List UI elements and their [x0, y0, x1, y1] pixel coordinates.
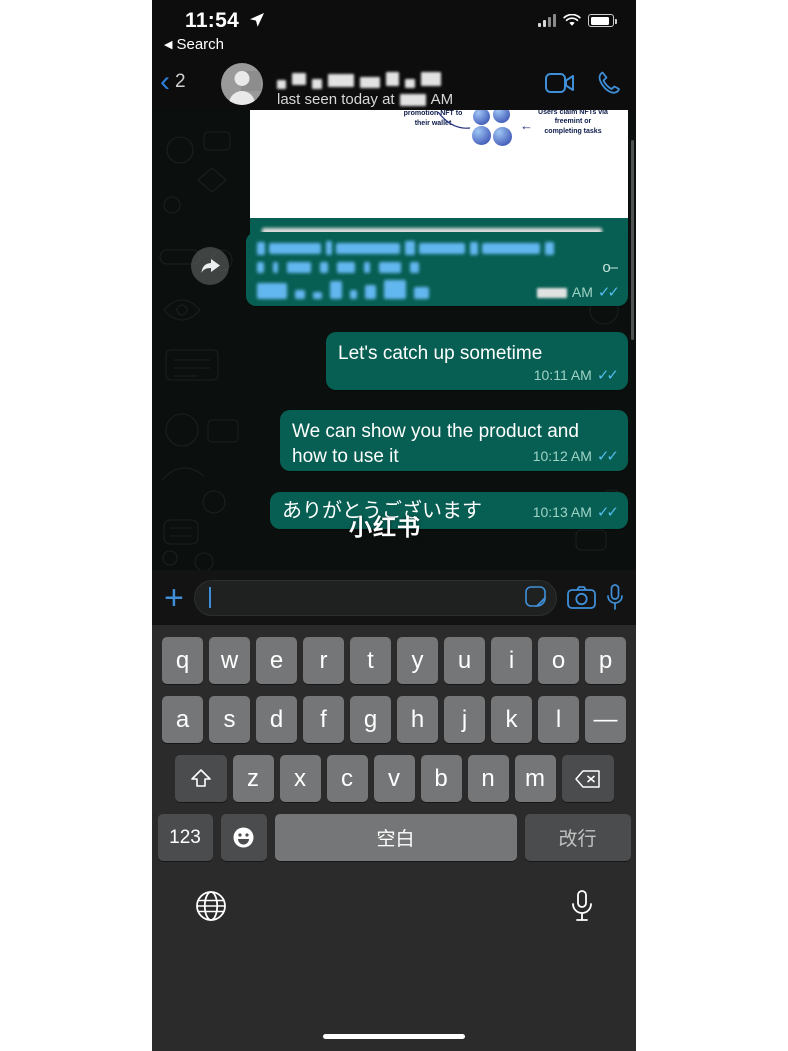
message-bubble[interactable]: We can show you the product and how to u…	[280, 410, 628, 471]
return-key[interactable]: 改行	[524, 814, 631, 861]
key-w[interactable]: w	[209, 637, 250, 684]
message-time: 10:11 AM	[533, 367, 592, 383]
backspace-icon[interactable]	[561, 755, 614, 802]
location-arrow-icon	[250, 13, 264, 27]
onscreen-keyboard[interactable]: qwertyuiop a s d f g h j k l — zxcvbnm 123 空白 改行	[152, 625, 636, 1051]
forward-arrow-icon[interactable]	[191, 247, 229, 285]
status-indicators	[538, 14, 617, 27]
phone-screen: 11:54 ◀ Search ‹ 2 last seen today at AM…	[152, 0, 636, 1051]
numbers-key[interactable]: 123	[157, 814, 213, 861]
sticker-icon[interactable]	[523, 585, 548, 610]
chat-message-list[interactable]: Terminal ← Make purchase with promotions…	[152, 110, 636, 570]
chevron-left-icon: ‹	[160, 65, 170, 98]
key-k[interactable]: k	[491, 696, 532, 743]
avatar-body	[229, 91, 255, 105]
key-l[interactable]: l	[538, 696, 579, 743]
emoji-face-icon[interactable]	[220, 814, 267, 861]
wifi-icon	[563, 14, 581, 26]
back-button[interactable]: ‹ 2	[160, 65, 186, 98]
key-z[interactable]: z	[232, 755, 274, 802]
back-triangle-icon: ◀	[164, 39, 173, 51]
key-q[interactable]: q	[162, 637, 203, 684]
battery-icon	[588, 14, 617, 27]
video-call-icon[interactable]	[545, 72, 575, 94]
status-time: 11:54	[185, 9, 240, 32]
key-o[interactable]: o	[538, 637, 579, 684]
status-bar: 11:54 ◀ Search	[152, 0, 636, 58]
read-receipt-icon: ✓✓	[597, 284, 620, 301]
keyboard-row-3: zxcvbnm	[152, 755, 636, 802]
back-app-label: Search	[176, 36, 224, 53]
key-s[interactable]: s	[209, 696, 250, 743]
unread-badge: 2	[175, 71, 186, 92]
contact-status: last seen today at AM	[277, 91, 453, 108]
avatar-head	[234, 71, 250, 86]
key-j[interactable]: j	[444, 696, 485, 743]
message-input-bar: +	[152, 570, 636, 625]
diagram-label-claim: Users claim NFTs via freemint or complet…	[538, 110, 608, 135]
key-e[interactable]: e	[256, 637, 297, 684]
message-text: Let's catch up sometime	[338, 343, 543, 364]
camera-icon[interactable]	[567, 585, 596, 610]
chat-scrollbar[interactable]	[631, 140, 634, 340]
key-r[interactable]: r	[303, 637, 344, 684]
keyboard-row-1: qwertyuiop	[152, 637, 636, 684]
keyboard-row-2: a s d f g h j k l —	[152, 696, 636, 743]
cellular-signal-icon	[538, 14, 556, 27]
message-bubble[interactable]: ありがとうございます 10:13 AM ✓✓	[270, 492, 628, 529]
key-a[interactable]: a	[162, 696, 203, 743]
read-receipt-icon: ✓✓	[596, 504, 619, 521]
key-—[interactable]: —	[585, 696, 626, 743]
key-g[interactable]: g	[350, 696, 391, 743]
key-m[interactable]: m	[514, 755, 556, 802]
key-t[interactable]: t	[350, 637, 391, 684]
key-u[interactable]: u	[444, 637, 485, 684]
message-time: 10:12 AM	[532, 448, 592, 464]
link-message-bubble[interactable]: o– AM ✓✓	[246, 232, 628, 306]
message-time: 10:13 AM	[532, 504, 592, 520]
link-line-1	[257, 241, 617, 255]
read-receipt-icon: ✓✓	[596, 367, 619, 384]
contact-name-redacted[interactable]	[277, 70, 441, 89]
link-line-3: AM ✓✓	[257, 280, 620, 301]
key-v[interactable]: v	[373, 755, 415, 802]
text-cursor	[208, 587, 211, 608]
link-line-2: o–	[257, 259, 618, 276]
key-b[interactable]: b	[420, 755, 462, 802]
key-h[interactable]: h	[397, 696, 438, 743]
key-i[interactable]: i	[491, 637, 532, 684]
avatar[interactable]	[221, 63, 263, 105]
chat-header: ‹ 2 last seen today at AM	[152, 58, 636, 110]
globe-language-icon[interactable]	[194, 889, 228, 923]
key-p[interactable]: p	[585, 637, 626, 684]
key-c[interactable]: c	[326, 755, 368, 802]
last-seen-prefix: last seen today at	[277, 91, 395, 108]
read-receipt-icon: ✓✓	[596, 448, 619, 465]
voice-call-icon[interactable]	[597, 70, 622, 95]
link-message-time: AM	[571, 284, 593, 300]
last-seen-suffix: AM	[430, 91, 454, 108]
key-x[interactable]: x	[279, 755, 321, 802]
message-bubble[interactable]: Let's catch up sometime 10:11 AM ✓✓	[326, 332, 628, 390]
key-y[interactable]: y	[397, 637, 438, 684]
back-to-search[interactable]: ◀ Search	[164, 36, 224, 53]
keyboard-row-4[interactable]: 123 空白 改行	[152, 814, 636, 861]
home-indicator[interactable]	[323, 1034, 465, 1039]
shift-arrow-icon[interactable]	[174, 755, 227, 802]
link-chain-icon: o–	[602, 259, 618, 276]
key-f[interactable]: f	[303, 696, 344, 743]
attach-plus-icon[interactable]: +	[164, 581, 184, 615]
microphone-icon[interactable]	[606, 584, 624, 611]
key-n[interactable]: n	[467, 755, 509, 802]
watermark: 小红书	[349, 514, 421, 540]
diagram-image[interactable]: Terminal ← Make purchase with promotions…	[250, 110, 628, 218]
dictation-microphone-icon[interactable]	[570, 889, 594, 923]
key-d[interactable]: d	[256, 696, 297, 743]
message-input-field[interactable]	[193, 579, 557, 616]
space-key[interactable]: 空白	[274, 814, 517, 861]
